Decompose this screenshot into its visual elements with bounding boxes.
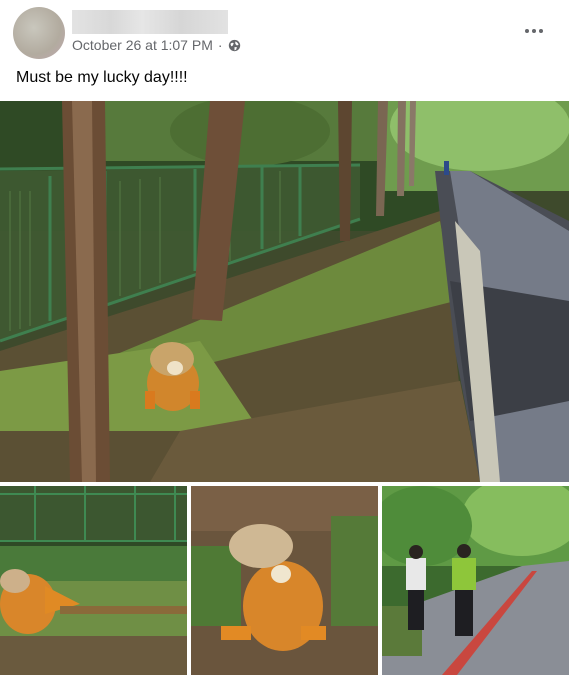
post-header: October 26 at 1:07 PM · — [0, 0, 569, 66]
post-caption: Must be my lucky day!!!! — [16, 69, 188, 86]
joggers-path-photo[interactable] — [382, 486, 569, 675]
main-photo[interactable] — [0, 101, 569, 482]
iguana-fence-photo[interactable] — [0, 486, 187, 675]
more-options-icon[interactable] — [521, 22, 547, 40]
meta-separator: · — [217, 37, 223, 53]
post-timestamp[interactable]: October 26 at 1:07 PM — [72, 37, 213, 53]
iguana-closeup-photo[interactable] — [191, 486, 378, 675]
avatar[interactable] — [13, 7, 65, 59]
post-meta: October 26 at 1:07 PM · — [72, 37, 241, 53]
globe-icon[interactable] — [228, 39, 241, 52]
author-name-blurred[interactable] — [72, 10, 228, 34]
